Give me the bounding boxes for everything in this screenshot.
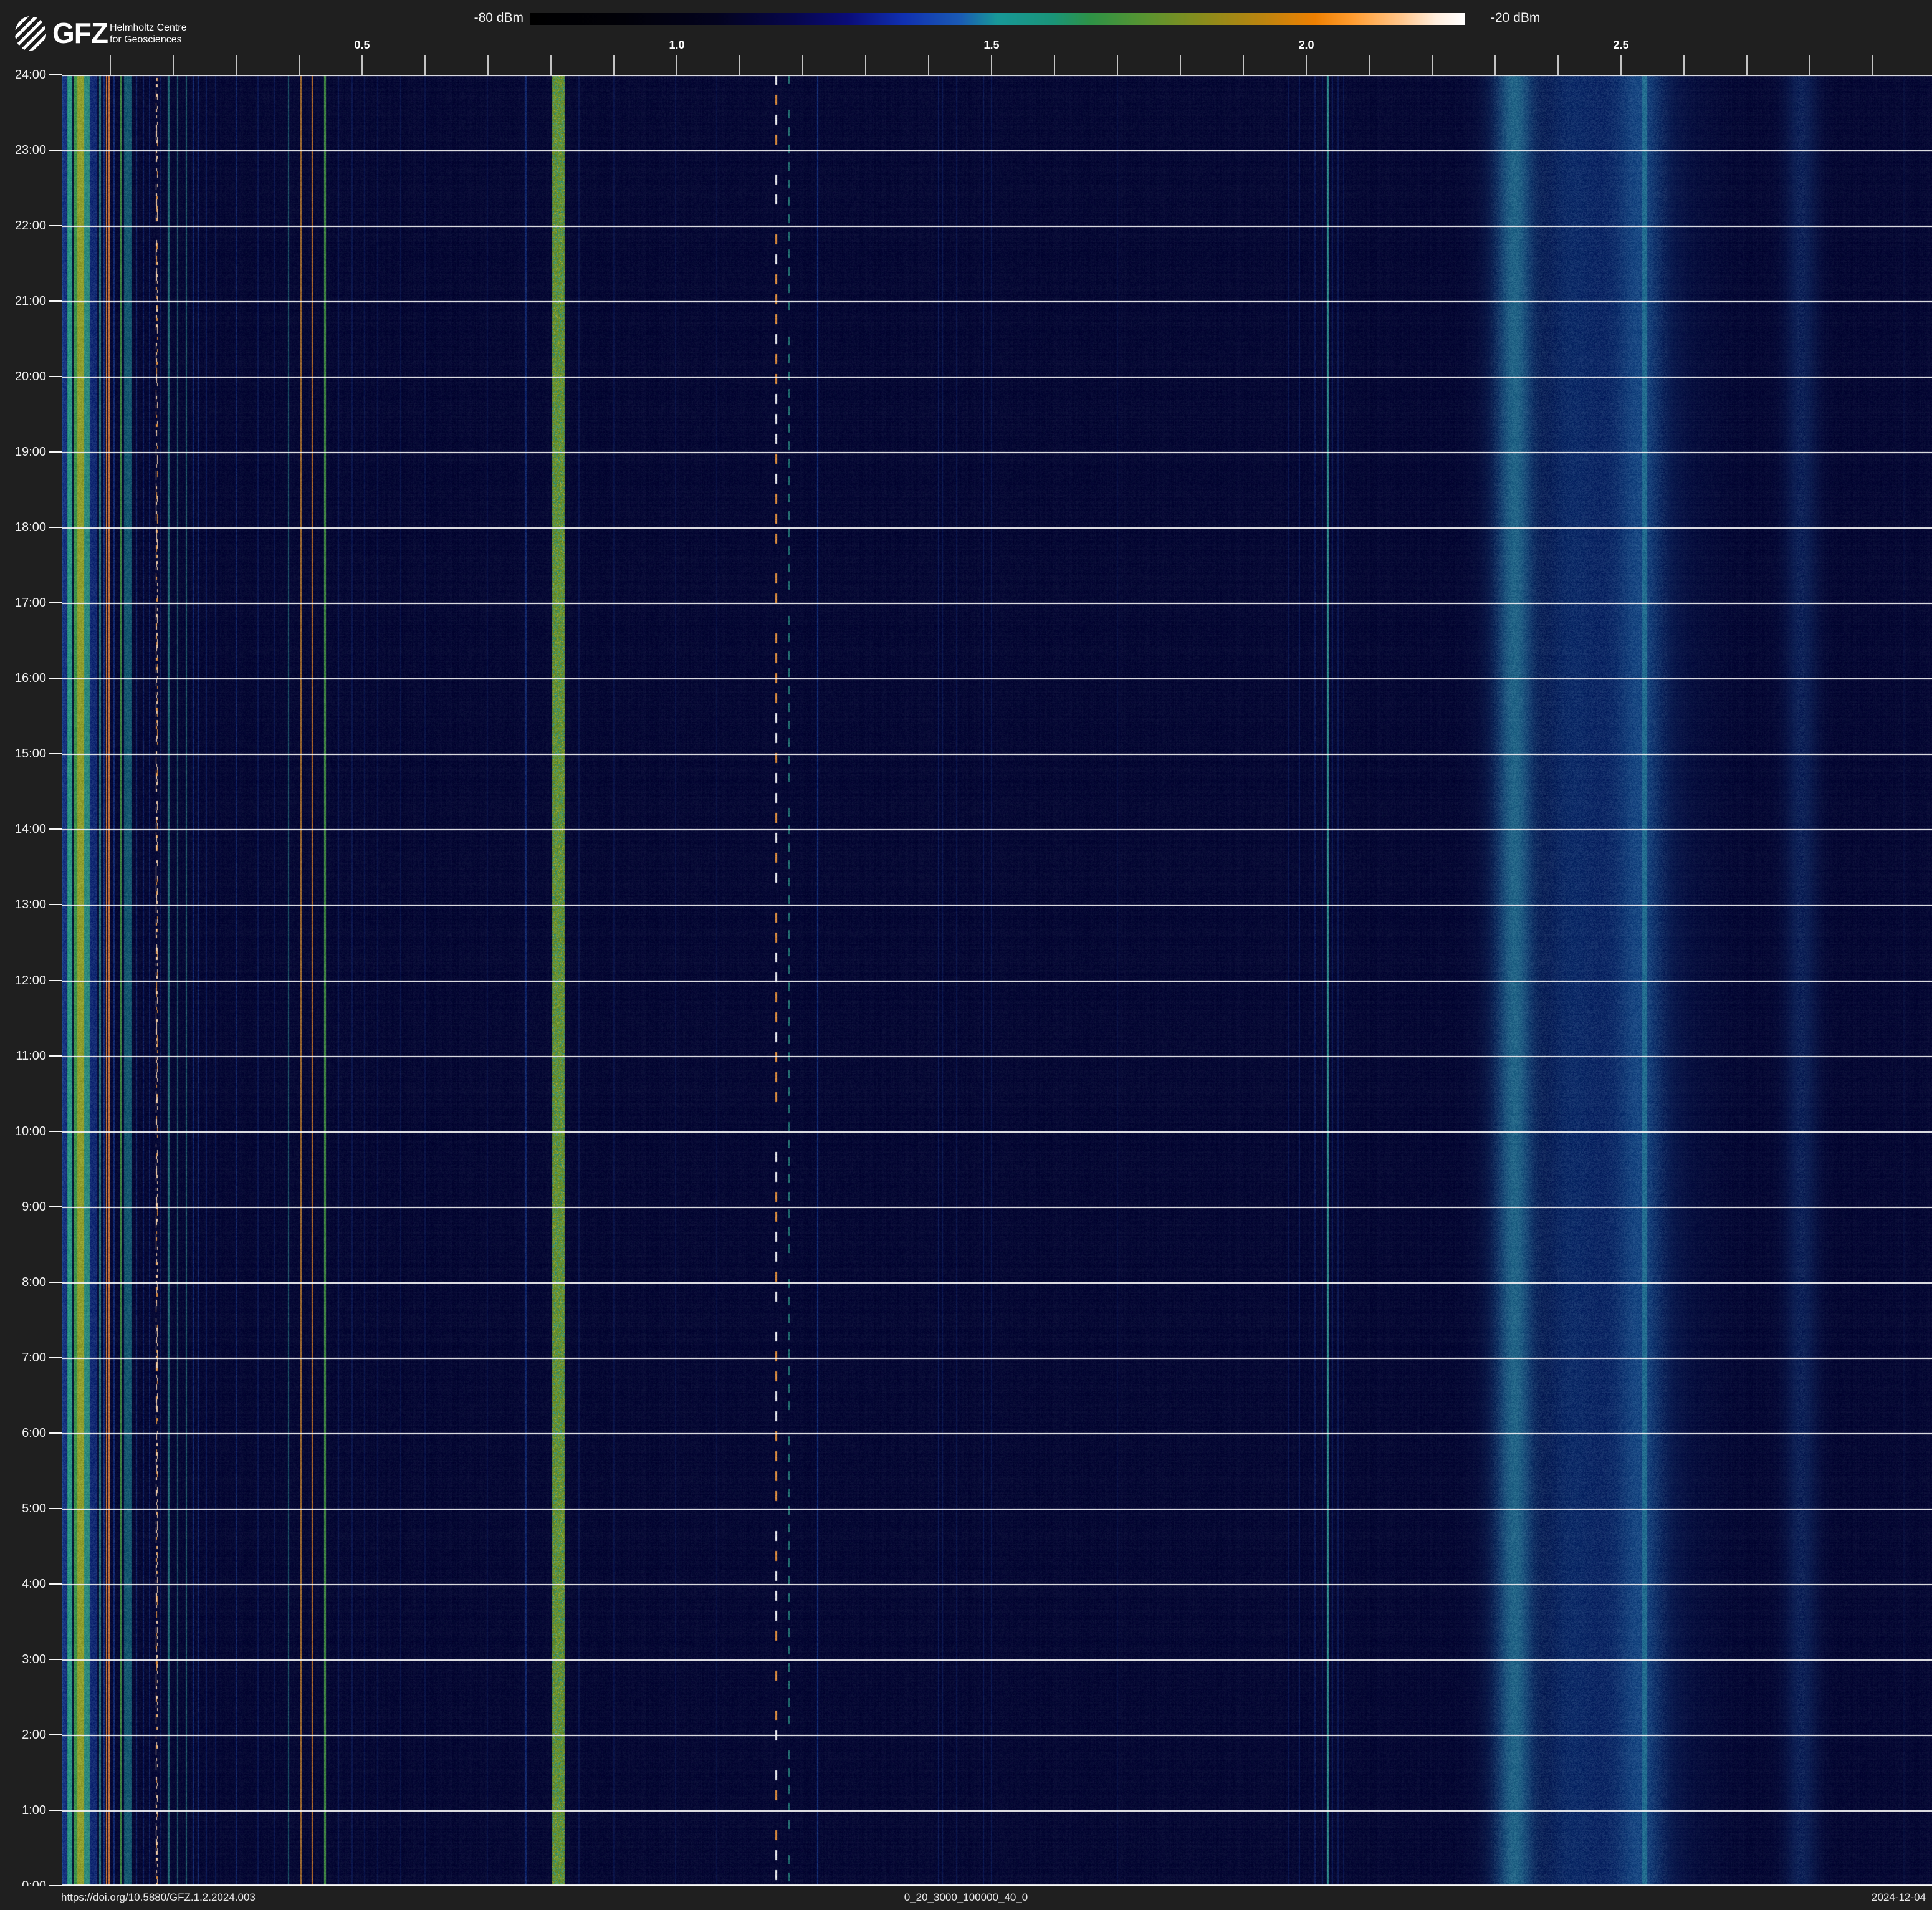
y-axis-label: 6:00 [0,1426,46,1441]
y-axis-label: 11:00 [0,1049,46,1063]
x-axis-minor-tick [299,55,300,75]
y-axis-label: 2:00 [0,1728,46,1742]
x-axis-tick-label: 1.0 [669,39,684,52]
y-axis-label: 8:00 [0,1275,46,1290]
y-axis-label: 10:00 [0,1125,46,1139]
x-axis-minor-tick [361,55,363,75]
x-axis-minor-tick [1117,55,1118,75]
x-axis-minor-tick [487,55,489,75]
y-axis-label: 23:00 [0,143,46,158]
x-axis-minor-tick [424,55,426,75]
y-axis-label: 20:00 [0,370,46,384]
y-axis-label: 3:00 [0,1653,46,1667]
colorbar-min-label: -80 dBm [399,11,524,26]
x-axis-minor-tick [173,55,174,75]
y-axis-tick [49,1583,62,1585]
x-axis-minor-tick [1369,55,1370,75]
x-axis-tick-label: 0.5 [354,39,370,52]
x-axis-minor-tick [1054,55,1055,75]
x-axis-minor-tick [1872,55,1873,75]
y-axis-tick [49,1734,62,1735]
y-axis-tick [49,1055,62,1057]
y-axis-tick [49,1206,62,1207]
y-axis-tick [49,1508,62,1509]
y-axis-label: 7:00 [0,1351,46,1365]
y-axis-label: 5:00 [0,1502,46,1516]
y-axis-label: 19:00 [0,445,46,459]
x-axis-minor-tick [802,55,803,75]
x-axis-tick-label: 2.0 [1298,39,1314,52]
y-axis-label: 4:00 [0,1577,46,1591]
y-axis-label: 13:00 [0,898,46,912]
x-axis-minor-tick [1432,55,1433,75]
x-axis-minor-tick [236,55,237,75]
y-axis-label: 16:00 [0,671,46,686]
spectrogram-canvas [62,75,1932,1886]
y-axis-tick [49,451,62,453]
footer-bar: https://doi.org/10.5880/GFZ.1.2.2024.003… [0,1886,1932,1910]
x-axis-minor-tick [739,55,740,75]
x-axis-minor-tick [1746,55,1748,75]
x-axis-minor-tick [1620,55,1622,75]
y-axis-tick [49,74,62,75]
y-axis-tick [49,753,62,754]
spectrogram-monitor-page: { "header": { "logo": { "acronym": "GFZ"… [0,0,1932,1910]
y-axis-tick [49,225,62,226]
logo-acronym: GFZ [52,16,108,50]
y-axis-tick [49,1282,62,1283]
x-axis-minor-tick [1180,55,1181,75]
header-bar: GFZ Helmholtz Centre for Geosciences -80… [0,0,1932,75]
y-axis-tick [49,527,62,528]
y-axis-tick [49,300,62,302]
x-axis-minor-tick [1494,55,1496,75]
x-axis-minor-tick [613,55,615,75]
x-axis-minor-tick [1809,55,1810,75]
y-axis-tick [49,1131,62,1132]
y-axis-label: 15:00 [0,747,46,761]
y-axis-label: 21:00 [0,294,46,309]
y-axis-label: 12:00 [0,974,46,988]
y-axis-label: 22:00 [0,219,46,233]
y-axis-label: 1:00 [0,1803,46,1818]
y-axis-label: 24:00 [0,68,46,82]
y-axis-tick [49,1357,62,1358]
y-axis-tick [49,150,62,151]
gfz-globe-logo-icon [15,16,46,51]
x-axis-minor-tick [1683,55,1685,75]
organisation-name-line1: Helmholtz Centre [110,22,187,34]
y-axis-tick [49,1432,62,1434]
x-axis-minor-tick [991,55,992,75]
y-axis-tick [49,904,62,905]
y-axis-label: 14:00 [0,822,46,837]
x-axis-minor-tick [110,55,111,75]
x-axis-minor-tick [676,55,677,75]
x-axis-minor-tick [865,55,866,75]
x-axis-tick-label: 2.5 [1613,39,1628,52]
colorbar-gradient [530,13,1465,25]
organisation-name-line2: for Geosciences [110,34,187,46]
x-axis-minor-tick [1557,55,1559,75]
y-axis-tick [49,980,62,981]
y-axis-tick [49,678,62,679]
y-axis-label: 18:00 [0,521,46,535]
x-axis-minor-tick [1243,55,1244,75]
y-axis-tick [49,1810,62,1811]
date-label: 2024-12-04 [1872,1886,1926,1909]
x-axis-tick-label: 1.5 [983,39,999,52]
y-axis-tick [49,602,62,603]
dataset-id: 0_20_3000_100000_40_0 [0,1886,1932,1909]
x-axis-minor-tick [928,55,929,75]
y-axis-tick [49,828,62,830]
y-axis-label: 17:00 [0,596,46,610]
x-axis-minor-tick [550,55,552,75]
y-axis-tick [49,1659,62,1660]
y-axis-label: 9:00 [0,1200,46,1214]
colorbar-max-label: -20 dBm [1491,11,1540,26]
organisation-name: Helmholtz Centre for Geosciences [110,22,187,46]
x-axis-minor-tick [1306,55,1307,75]
y-axis-tick [49,376,62,377]
